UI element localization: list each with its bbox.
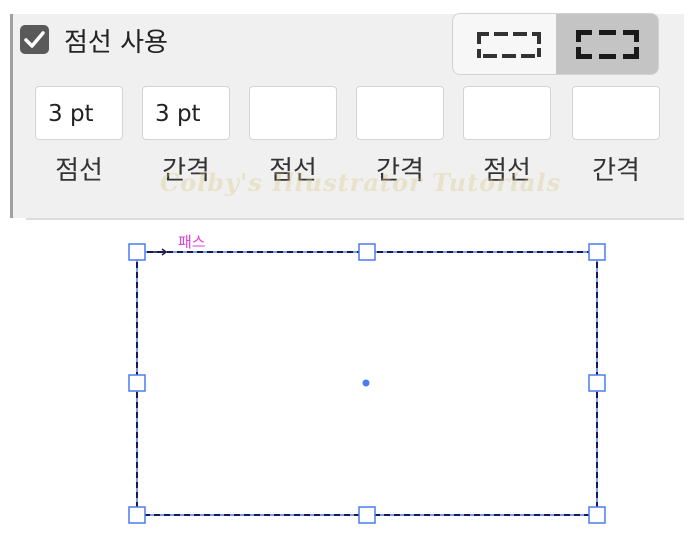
path-label: 패스 (178, 233, 206, 251)
preserve-dash-length-button[interactable] (453, 14, 556, 74)
dash-1-input[interactable]: 3 pt (35, 86, 123, 140)
handle-top-left (128, 243, 146, 261)
handle-top-center (358, 243, 376, 261)
handle-middle-left (128, 374, 146, 392)
align-dashes-corners-icon (576, 30, 639, 59)
dashed-line-checkbox[interactable] (20, 25, 49, 54)
handle-bottom-left (128, 506, 146, 524)
dash-2-input[interactable] (249, 86, 337, 140)
align-dashes-to-corners-button[interactable] (556, 14, 658, 74)
gap-3-label: 간격 (592, 156, 640, 186)
handle-middle-right (588, 374, 606, 392)
artboard-canvas (128, 243, 606, 524)
gap-2-input[interactable] (356, 86, 444, 140)
handle-bottom-center (358, 506, 376, 524)
center-point (362, 379, 370, 387)
dash-3-input[interactable] (463, 86, 551, 140)
gap-3-input[interactable] (572, 86, 660, 140)
path-start-arrow-icon (150, 248, 168, 256)
dash-1-label: 점선 (55, 156, 103, 186)
watermark-text: Colby's Illustrator Tutorials (160, 168, 562, 197)
checkmark-icon (24, 31, 45, 48)
handle-bottom-right (588, 506, 606, 524)
dashed-line-checkbox-label[interactable]: 점선 사용 (64, 22, 168, 59)
handle-top-right (588, 243, 606, 261)
preserve-dash-length-icon (477, 32, 541, 58)
gap-1-input[interactable]: 3 pt (142, 86, 230, 140)
dash-alignment-toggle (452, 13, 659, 75)
